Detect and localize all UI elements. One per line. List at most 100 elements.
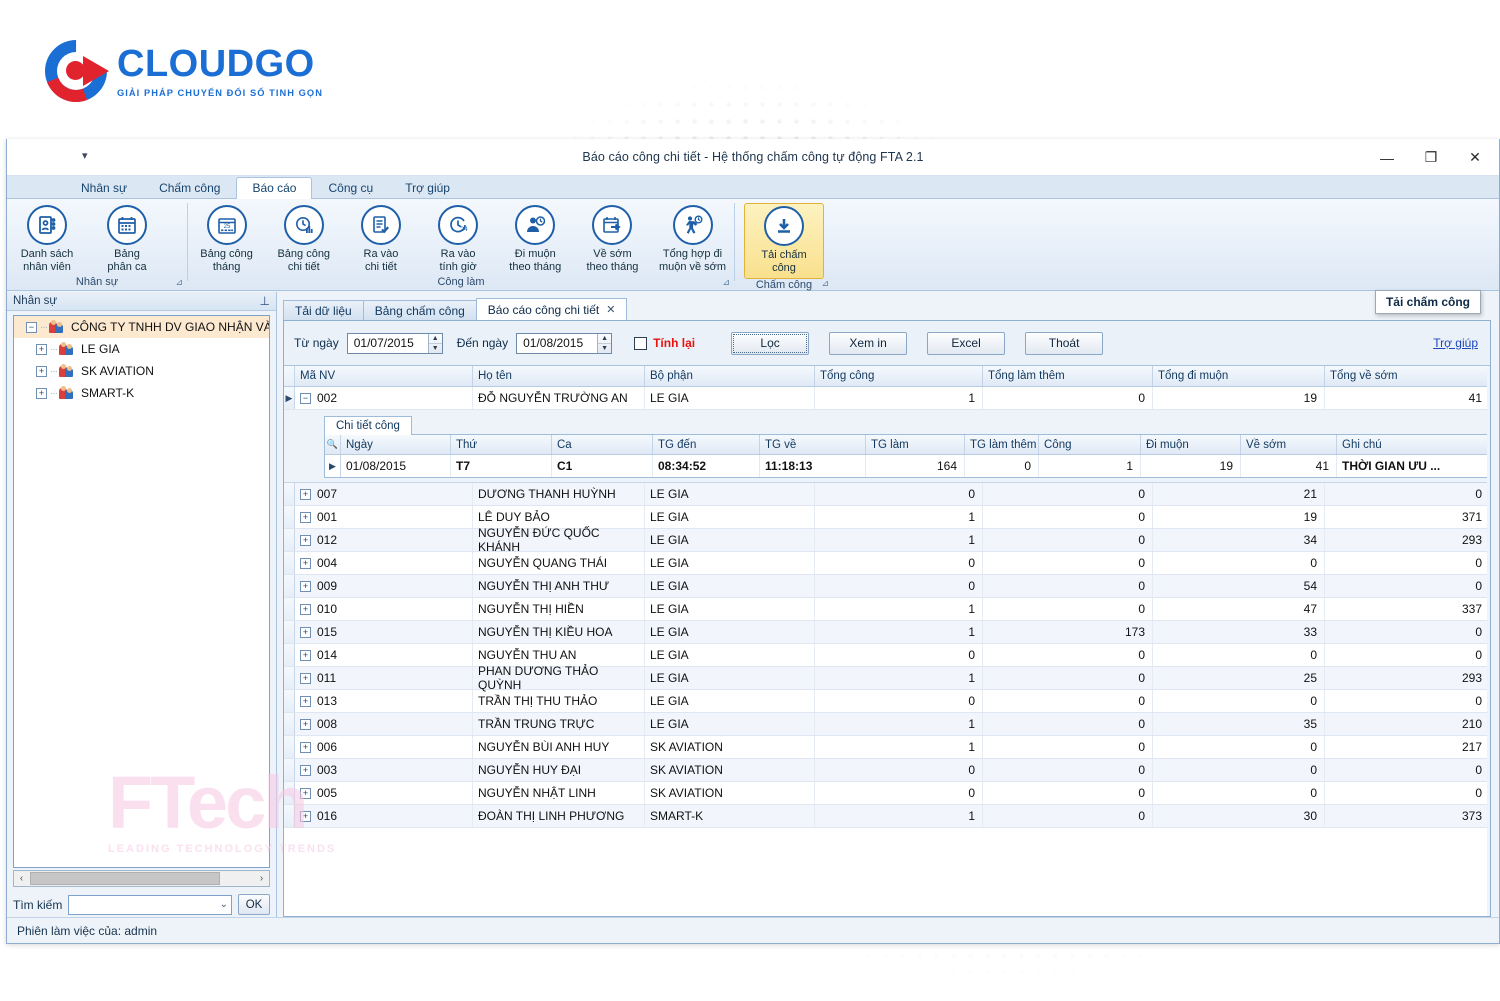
search-input[interactable]: ⌄ bbox=[68, 894, 232, 915]
row-expander[interactable]: + bbox=[300, 764, 311, 776]
close-button[interactable]: ✕ bbox=[1453, 139, 1497, 176]
ribbon-button-bang-cong-thang[interactable]: 25 Bảng công tháng bbox=[188, 203, 265, 274]
tree-expander[interactable]: + bbox=[36, 365, 47, 377]
ribbon-tab-tro-giup[interactable]: Trợ giúp bbox=[389, 177, 466, 199]
detail-column-ghi-chu[interactable]: Ghi chú bbox=[1337, 435, 1489, 454]
ribbon-button-ve-som-theo-thang[interactable]: Về sớm theo tháng bbox=[574, 203, 651, 274]
row-expander[interactable]: + bbox=[300, 741, 311, 753]
table-row[interactable]: +015 NGUYỄN THỊ KIỀU HOA LE GIA 1 173 33 0 bbox=[284, 621, 1490, 644]
pin-icon[interactable]: ⊥ bbox=[260, 294, 270, 308]
maximize-button[interactable]: ❐ bbox=[1409, 139, 1453, 176]
recalculate-option[interactable]: Tính lại bbox=[634, 336, 695, 350]
detail-column-tg-lam[interactable]: TG làm bbox=[866, 435, 965, 454]
scrollbar-thumb[interactable] bbox=[30, 872, 220, 885]
row-expander[interactable]: + bbox=[300, 534, 311, 546]
filter-button[interactable]: Lọc bbox=[731, 331, 810, 355]
help-link[interactable]: Trợ giúp bbox=[1433, 336, 1478, 350]
tree-expander[interactable]: − bbox=[26, 321, 37, 333]
from-date-input[interactable]: 01/07/2015 ▲ ▼ bbox=[346, 332, 443, 354]
close-icon[interactable]: ✕ bbox=[606, 303, 615, 316]
detail-grid[interactable]: 🔍 Ngày Thứ Ca TG đến TG về TG làm TG làm… bbox=[324, 435, 1490, 478]
ribbon-tab-bao-cao[interactable]: Báo cáo bbox=[236, 177, 313, 199]
table-row[interactable]: +003 NGUYỄN HUY ĐẠI SK AVIATION 0 0 0 0 bbox=[284, 759, 1490, 782]
detail-column-thu[interactable]: Thứ bbox=[451, 435, 552, 454]
detail-column-tg-ve[interactable]: TG về bbox=[760, 435, 866, 454]
row-expander[interactable]: + bbox=[300, 810, 311, 822]
column-header-tong-cong[interactable]: Tổng công bbox=[815, 366, 983, 386]
row-expander[interactable]: − bbox=[300, 392, 311, 404]
doc-tab-bang-cham-cong[interactable]: Bảng chấm công bbox=[362, 300, 477, 320]
table-row[interactable]: +016 ĐOÀN THỊ LINH PHƯƠNG SMART-K 1 0 30 373 bbox=[284, 805, 1490, 828]
table-row[interactable]: +014 NGUYỄN THU AN LE GIA 0 0 0 0 bbox=[284, 644, 1490, 667]
ribbon-tab-cong-cu[interactable]: Công cụ bbox=[312, 177, 389, 199]
org-tree[interactable]: − ··· CÔNG TY TNHH DV GIAO NHẬN VÀ DU L … bbox=[13, 315, 270, 868]
recalculate-checkbox[interactable] bbox=[634, 336, 648, 350]
search-icon[interactable]: 🔍 bbox=[325, 435, 341, 454]
row-expander[interactable]: + bbox=[300, 649, 311, 661]
to-date-input[interactable]: 01/08/2015 ▲ ▼ bbox=[516, 332, 613, 354]
table-row[interactable]: +006 NGUYỄN BÙI ANH HUY SK AVIATION 1 0 0 217 bbox=[284, 736, 1490, 759]
spin-up-icon[interactable]: ▲ bbox=[598, 334, 612, 344]
row-expander[interactable]: + bbox=[300, 580, 311, 592]
chevron-down-icon[interactable]: ⌄ bbox=[220, 899, 228, 910]
spin-up-icon[interactable]: ▲ bbox=[428, 334, 442, 344]
table-row[interactable]: +001 LÊ DUY BẢO LE GIA 1 0 19 371 bbox=[284, 506, 1490, 529]
doc-tab-tai-du-lieu[interactable]: Tải dữ liệu bbox=[283, 300, 364, 320]
exit-button[interactable]: Thoát bbox=[1025, 331, 1104, 355]
to-date-stepper[interactable]: ▲ ▼ bbox=[597, 333, 612, 353]
tree-node-smart-k[interactable]: + ··· SMART-K bbox=[14, 382, 269, 404]
row-expander[interactable]: + bbox=[300, 787, 311, 799]
dialog-launcher-icon[interactable]: ⊿ bbox=[722, 277, 730, 288]
ribbon-tab-cham-cong[interactable]: Chấm công bbox=[143, 177, 236, 199]
search-ok-button[interactable]: OK bbox=[238, 894, 270, 915]
spin-down-icon[interactable]: ▼ bbox=[598, 344, 611, 353]
column-header-tong-ve-som[interactable]: Tổng về sớm bbox=[1325, 366, 1490, 386]
table-row[interactable]: +009 NGUYỄN THỊ ANH THƯ LE GIA 0 0 54 0 bbox=[284, 575, 1490, 598]
detail-column-cong[interactable]: Công bbox=[1039, 435, 1141, 454]
column-header-tong-lam-them[interactable]: Tổng làm thêm bbox=[983, 366, 1153, 386]
table-row[interactable]: +007 DƯƠNG THANH HUỲNH LE GIA 0 0 21 0 bbox=[284, 483, 1490, 506]
tree-node-company[interactable]: − ··· CÔNG TY TNHH DV GIAO NHẬN VÀ DU L bbox=[14, 316, 269, 338]
ribbon-button-danh-sach-nhan-vien[interactable]: Danh sách nhân viên bbox=[7, 203, 87, 274]
row-expander[interactable]: + bbox=[300, 603, 311, 615]
column-header-bo-phan[interactable]: Bộ phận bbox=[645, 366, 815, 386]
report-grid[interactable]: Mã NV Họ tên Bộ phận Tổng công Tổng làm … bbox=[284, 365, 1490, 916]
row-expander[interactable]: + bbox=[300, 488, 311, 500]
table-row[interactable]: +011 PHAN DƯƠNG THẢO QUỲNH LE GIA 1 0 25 293 bbox=[284, 664, 1490, 692]
minimize-button[interactable]: — bbox=[1365, 139, 1409, 176]
row-expander[interactable]: + bbox=[300, 672, 311, 684]
ribbon-tab-nhan-su[interactable]: Nhân sự bbox=[65, 177, 143, 199]
doc-tab-bao-cao-cong-chi-tiet[interactable]: Báo cáo công chi tiết ✕ bbox=[475, 298, 628, 320]
detail-column-ngay[interactable]: Ngày bbox=[341, 435, 451, 454]
dialog-launcher-icon[interactable]: ⊿ bbox=[821, 278, 829, 289]
spin-down-icon[interactable]: ▼ bbox=[429, 344, 442, 353]
table-row[interactable]: +008 TRẦN TRUNG TRỰC LE GIA 1 0 35 210 bbox=[284, 713, 1490, 736]
ribbon-button-ra-vao-chi-tiet[interactable]: Ra vào chi tiết bbox=[342, 203, 419, 274]
tree-horizontal-scrollbar[interactable]: ‹ › bbox=[13, 870, 270, 887]
row-expander[interactable]: + bbox=[300, 718, 311, 730]
scroll-right-icon[interactable]: › bbox=[254, 873, 269, 884]
column-header-tong-di-muon[interactable]: Tổng đi muộn bbox=[1153, 366, 1325, 386]
from-date-stepper[interactable]: ▲ ▼ bbox=[427, 333, 442, 353]
table-row[interactable]: ▶ − 002 ĐỖ NGUYỄN TRƯỜNG AN LE GIA 1 0 1… bbox=[284, 387, 1490, 410]
row-expander[interactable]: + bbox=[300, 511, 311, 523]
table-row[interactable]: +012 NGUYỄN ĐỨC QUỐC KHÁNH LE GIA 1 0 34 293 bbox=[284, 526, 1490, 554]
ribbon-button-tai-cham-cong[interactable]: Tải chấm công bbox=[744, 203, 824, 279]
table-row[interactable]: +010 NGUYỄN THỊ HIỀN LE GIA 1 0 47 337 bbox=[284, 598, 1490, 621]
ribbon-button-di-muon-theo-thang[interactable]: Đi muộn theo tháng bbox=[497, 203, 574, 274]
detail-column-ve-som[interactable]: Về sớm bbox=[1241, 435, 1337, 454]
detail-column-ca[interactable]: Ca bbox=[552, 435, 653, 454]
table-row[interactable]: +013 TRẦN THỊ THU THẢO LE GIA 0 0 0 0 bbox=[284, 690, 1490, 713]
row-expander[interactable]: + bbox=[300, 695, 311, 707]
detail-row[interactable]: ▶ 01/08/2015 T7 C1 08:34:52 11:18:13 164… bbox=[325, 455, 1489, 477]
tree-expander[interactable]: + bbox=[36, 343, 47, 355]
ribbon-button-ra-vao-tinh-gio[interactable]: 24 Ra vào tính giờ bbox=[420, 203, 497, 274]
table-row[interactable]: +005 NGUYỄN NHẬT LINH SK AVIATION 0 0 0 0 bbox=[284, 782, 1490, 805]
scroll-left-icon[interactable]: ‹ bbox=[14, 873, 29, 884]
ribbon-button-bang-cong-chi-tiet[interactable]: Bảng công chi tiết bbox=[265, 203, 342, 274]
print-preview-button[interactable]: Xem in bbox=[829, 331, 908, 355]
excel-export-button[interactable]: Excel bbox=[927, 331, 1006, 355]
grid-vertical-scrollbar[interactable] bbox=[1487, 366, 1490, 916]
detail-column-tg-lam-them[interactable]: TG làm thêm bbox=[965, 435, 1039, 454]
dialog-launcher-icon[interactable]: ⊿ bbox=[175, 277, 183, 288]
